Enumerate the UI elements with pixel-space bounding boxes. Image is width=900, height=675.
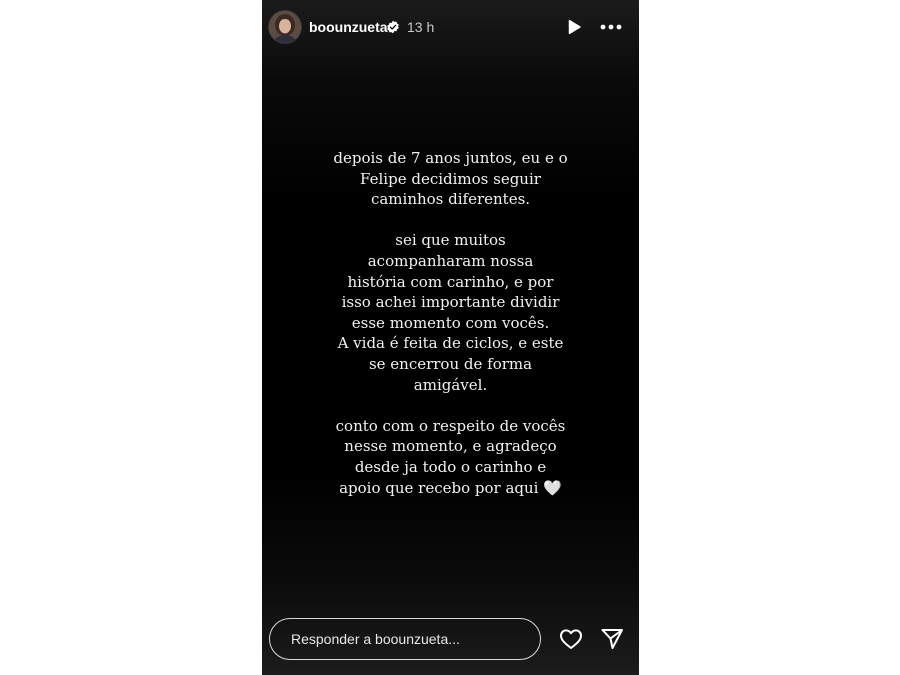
- story-line: acompanharam nossa: [367, 251, 534, 270]
- story-footer: [262, 618, 639, 662]
- more-options-icon[interactable]: [599, 18, 623, 36]
- username[interactable]: boounzueta: [309, 19, 388, 35]
- verified-badge-icon: [387, 20, 399, 34]
- send-icon[interactable]: [600, 628, 624, 650]
- reply-input[interactable]: [269, 618, 541, 660]
- story-paragraph-1: depois de 7 anos juntos, eu e o Felipe d…: [282, 148, 619, 210]
- story-line: conto com o respeito de vocês: [335, 416, 566, 435]
- story-line: apoio que recebo por aqui 🤍: [339, 478, 562, 497]
- story-line: esse momento com vocês.: [351, 313, 550, 332]
- story-line: sei que muitos: [395, 231, 506, 250]
- story-line: isso achei importante dividir: [341, 293, 560, 312]
- story-line: amigável.: [413, 375, 488, 394]
- story-line: depois de 7 anos juntos, eu e o: [333, 149, 568, 167]
- story-paragraph-3: conto com o respeito de vocês nesse mome…: [282, 416, 619, 498]
- profile-photo: [269, 11, 301, 43]
- post-time: 13 h: [407, 19, 435, 35]
- story-text: depois de 7 anos juntos, eu e o Felipe d…: [282, 148, 619, 498]
- story-line: nesse momento, e agradeço: [344, 437, 557, 456]
- heart-icon[interactable]: [559, 628, 583, 650]
- story-header: boounzueta 13 h: [262, 0, 639, 56]
- avatar[interactable]: [269, 11, 301, 43]
- story-line: Felipe decidimos seguir: [360, 169, 541, 188]
- play-icon[interactable]: [565, 18, 583, 36]
- story-line: desde ja todo o carinho e: [354, 457, 547, 476]
- story-viewer[interactable]: boounzueta 13 h depois de 7 anos juntos,…: [262, 0, 639, 675]
- story-line: caminhos diferentes.: [370, 190, 531, 209]
- story-paragraph-2: sei que muitos acompanharam nossa histór…: [282, 230, 619, 395]
- story-line: se encerrou de forma: [368, 354, 533, 373]
- story-line: história com carinho, e por: [347, 272, 554, 291]
- story-line: A vida é feita de ciclos, e este: [337, 334, 564, 353]
